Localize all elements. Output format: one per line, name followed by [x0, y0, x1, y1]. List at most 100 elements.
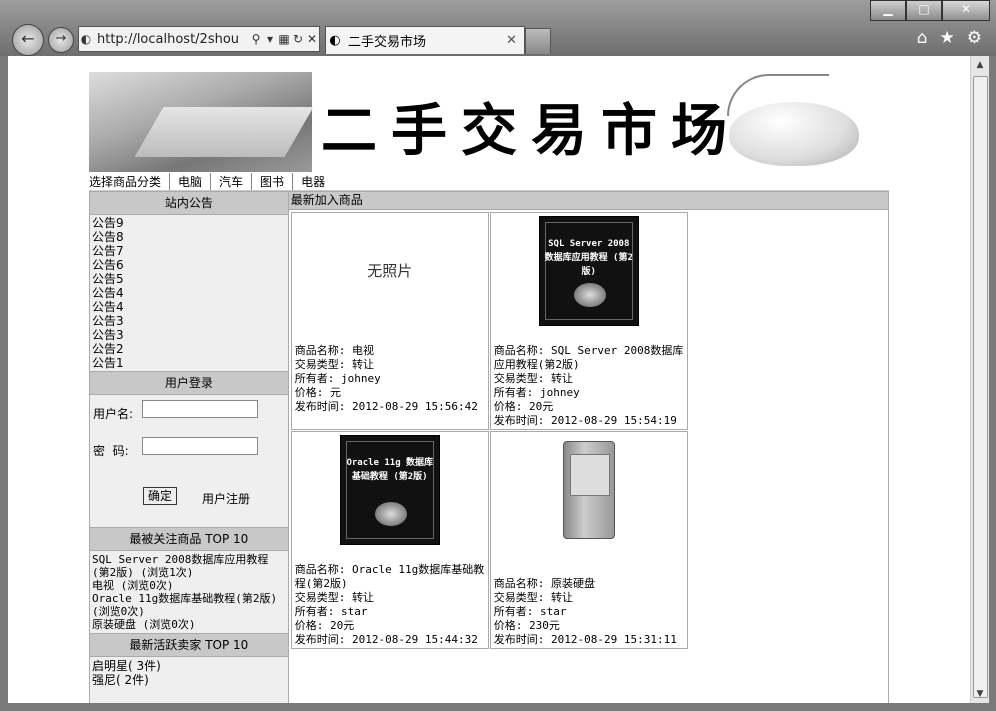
top-item[interactable]: Oracle 11g数据库基础教程(第2版) (浏览0次) — [92, 592, 286, 618]
address-bar[interactable]: ◐ http://localhost/2shou ⚲ ▾ ▦ ↻ ✕ — [78, 26, 320, 52]
seller-item[interactable]: 强尼( 2件) — [92, 673, 286, 687]
dropdown-icon[interactable]: ▾ — [263, 32, 277, 46]
scroll-up-icon[interactable]: ▲ — [971, 60, 989, 70]
forward-arrow-icon: → — [55, 31, 67, 46]
item-owner: 所有者: johney — [294, 372, 381, 385]
address-text[interactable]: http://localhost/2shou — [93, 32, 249, 47]
item-time: 发布时间: 2012-08-29 15:31:11 — [493, 633, 677, 646]
item-info: 商品名称: 原装硬盘 交易类型: 转让 所有者: star 价格: 230元 发… — [494, 577, 684, 647]
tab-current[interactable]: ◐ 二手交易市场 ✕ — [325, 26, 525, 54]
notice-item[interactable]: 公告9 — [92, 216, 286, 230]
notice-item[interactable]: 公告3 — [92, 328, 286, 342]
main-area: 站内公告 公告9 公告8 公告7 公告6 公告5 公告4 公告4 公告3 公告3… — [89, 191, 889, 703]
item-card[interactable]: 无照片 商品名称: 电视 交易类型: 转让 所有者: johney 价格: 元 … — [290, 212, 489, 430]
username-input[interactable] — [142, 400, 258, 418]
top-item[interactable]: 原装硬盘 (浏览0次) — [92, 618, 286, 631]
category-appliance[interactable]: 电器 — [292, 172, 333, 190]
new-tab-button[interactable] — [525, 28, 551, 54]
category-computer[interactable]: 电脑 — [169, 172, 210, 190]
item-price: 价格: 元 — [294, 386, 341, 399]
item-time: 发布时间: 2012-08-29 15:44:32 — [294, 633, 478, 646]
gear-icon[interactable]: ⚙ — [967, 28, 982, 48]
item-info: 商品名称: 电视 交易类型: 转让 所有者: johney 价格: 元 发布时间… — [295, 344, 485, 414]
item-name[interactable]: 商品名称: SQL Server 2008数据库应用教程(第2版) — [494, 344, 684, 372]
notice-item[interactable]: 公告1 — [92, 356, 286, 370]
book-cover-text: SQL Server 2008 数据库应用教程 (第2版) — [544, 239, 633, 277]
notice-item[interactable]: 公告7 — [92, 244, 286, 258]
banner-photo — [89, 72, 314, 172]
item-card[interactable]: SQL Server 2008 数据库应用教程 (第2版) 商品名称: SQL … — [489, 212, 688, 430]
top-item[interactable]: SQL Server 2008数据库应用教程(第2版) (浏览1次) — [92, 553, 286, 579]
item-price: 价格: 20元 — [493, 400, 554, 413]
item-image[interactable]: 无照片 — [340, 216, 440, 326]
latest-items-header: 最新加入商品 — [288, 192, 888, 210]
close-tab-icon[interactable]: ✕ — [506, 33, 524, 48]
notice-list: 公告9 公告8 公告7 公告6 公告5 公告4 公告4 公告3 公告3 公告2 … — [90, 215, 288, 371]
notice-header: 站内公告 — [90, 192, 288, 215]
item-trade-type: 交易类型: 转让 — [493, 372, 573, 385]
notice-item[interactable]: 公告5 — [92, 272, 286, 286]
item-image[interactable]: SQL Server 2008 数据库应用教程 (第2版) — [538, 216, 639, 326]
page-icon: ◐ — [80, 32, 92, 46]
book-cover-text: Oracle 11g 数据库基础教程 (第2版) — [346, 458, 434, 482]
item-price: 价格: 230元 — [493, 619, 560, 632]
top-sellers-header: 最新活跃卖家 TOP 10 — [90, 633, 288, 657]
category-label: 选择商品分类 — [89, 174, 162, 189]
notice-item[interactable]: 公告4 — [92, 300, 286, 314]
login-form: 用户名: 密 码: 确定 用户注册 — [90, 395, 288, 527]
item-card[interactable]: Oracle 11g 数据库基础教程 (第2版) 商品名称: Oracle 11… — [290, 431, 489, 649]
item-owner: 所有者: johney — [493, 386, 580, 399]
notice-item[interactable]: 公告3 — [92, 314, 286, 328]
category-car[interactable]: 汽车 — [210, 172, 251, 190]
top-sellers-list: 启明星( 3件) 强尼( 2件) — [90, 657, 288, 703]
home-icon[interactable]: ⌂ — [917, 28, 928, 48]
username-label: 用户名: — [93, 407, 134, 421]
close-button[interactable]: ✕ — [942, 0, 990, 21]
page-viewport: 二手交易市场 选择商品分类 电脑 汽车 图书 电器 站内公告 公告9 公告8 公… — [8, 56, 970, 703]
category-bar: 选择商品分类 电脑 汽车 图书 电器 — [89, 172, 889, 191]
category-book[interactable]: 图书 — [251, 172, 292, 190]
item-trade-type: 交易类型: 转让 — [493, 591, 573, 604]
password-label: 密 码: — [93, 444, 129, 458]
banner-title: 二手交易市场 — [321, 98, 741, 164]
password-input[interactable] — [142, 437, 258, 455]
forward-button[interactable]: → — [48, 27, 74, 53]
login-header: 用户登录 — [90, 371, 288, 395]
no-photo-text: 无照片 — [367, 262, 413, 280]
banner-mouse-image — [729, 102, 859, 166]
compat-icon[interactable]: ▦ — [277, 32, 291, 46]
book-cover-image: Oracle 11g 数据库基础教程 (第2版) — [339, 435, 440, 545]
item-image[interactable] — [539, 435, 639, 545]
banner: 二手交易市场 — [89, 72, 889, 172]
item-name[interactable]: 商品名称: 电视 — [295, 344, 485, 358]
browser-chrome: ▁ □ ✕ ← → ◐ http://localhost/2shou ⚲ ▾ ▦… — [0, 0, 996, 56]
scroll-down-icon[interactable]: ▼ — [971, 689, 989, 699]
item-name[interactable]: 商品名称: Oracle 11g数据库基础教程(第2版) — [295, 563, 485, 591]
sidebar: 站内公告 公告9 公告8 公告7 公告6 公告5 公告4 公告4 公告3 公告3… — [89, 191, 289, 703]
seller-item[interactable]: 启明星( 3件) — [92, 659, 286, 673]
item-image[interactable]: Oracle 11g 数据库基础教程 (第2版) — [339, 435, 440, 545]
item-name[interactable]: 商品名称: 原装硬盘 — [494, 577, 684, 591]
notice-item[interactable]: 公告4 — [92, 286, 286, 300]
hard-disk-image — [562, 441, 615, 539]
favorites-star-icon[interactable]: ★ — [940, 28, 955, 48]
notice-item[interactable]: 公告6 — [92, 258, 286, 272]
notice-item[interactable]: 公告8 — [92, 230, 286, 244]
notice-item[interactable]: 公告2 — [92, 342, 286, 356]
page: 二手交易市场 选择商品分类 电脑 汽车 图书 电器 站内公告 公告9 公告8 公… — [89, 72, 889, 703]
back-button[interactable]: ← — [12, 24, 44, 56]
item-card[interactable]: 商品名称: 原装硬盘 交易类型: 转让 所有者: star 价格: 230元 发… — [489, 431, 688, 649]
item-info: 商品名称: SQL Server 2008数据库应用教程(第2版) 交易类型: … — [494, 344, 684, 428]
search-icon[interactable]: ⚲ — [249, 32, 263, 46]
scroll-thumb[interactable] — [973, 76, 988, 698]
stop-icon[interactable]: ✕ — [305, 32, 319, 46]
confirm-button[interactable]: 确定 — [143, 487, 177, 505]
register-link[interactable]: 用户注册 — [202, 490, 250, 507]
item-price: 价格: 20元 — [294, 619, 355, 632]
top-item[interactable]: 电视 (浏览0次) — [92, 579, 286, 592]
maximize-button[interactable]: □ — [906, 0, 942, 21]
vertical-scrollbar[interactable]: ▲ ▼ — [970, 56, 989, 703]
minimize-button[interactable]: ▁ — [870, 0, 906, 21]
refresh-icon[interactable]: ↻ — [291, 32, 305, 46]
item-info: 商品名称: Oracle 11g数据库基础教程(第2版) 交易类型: 转让 所有… — [295, 563, 485, 647]
